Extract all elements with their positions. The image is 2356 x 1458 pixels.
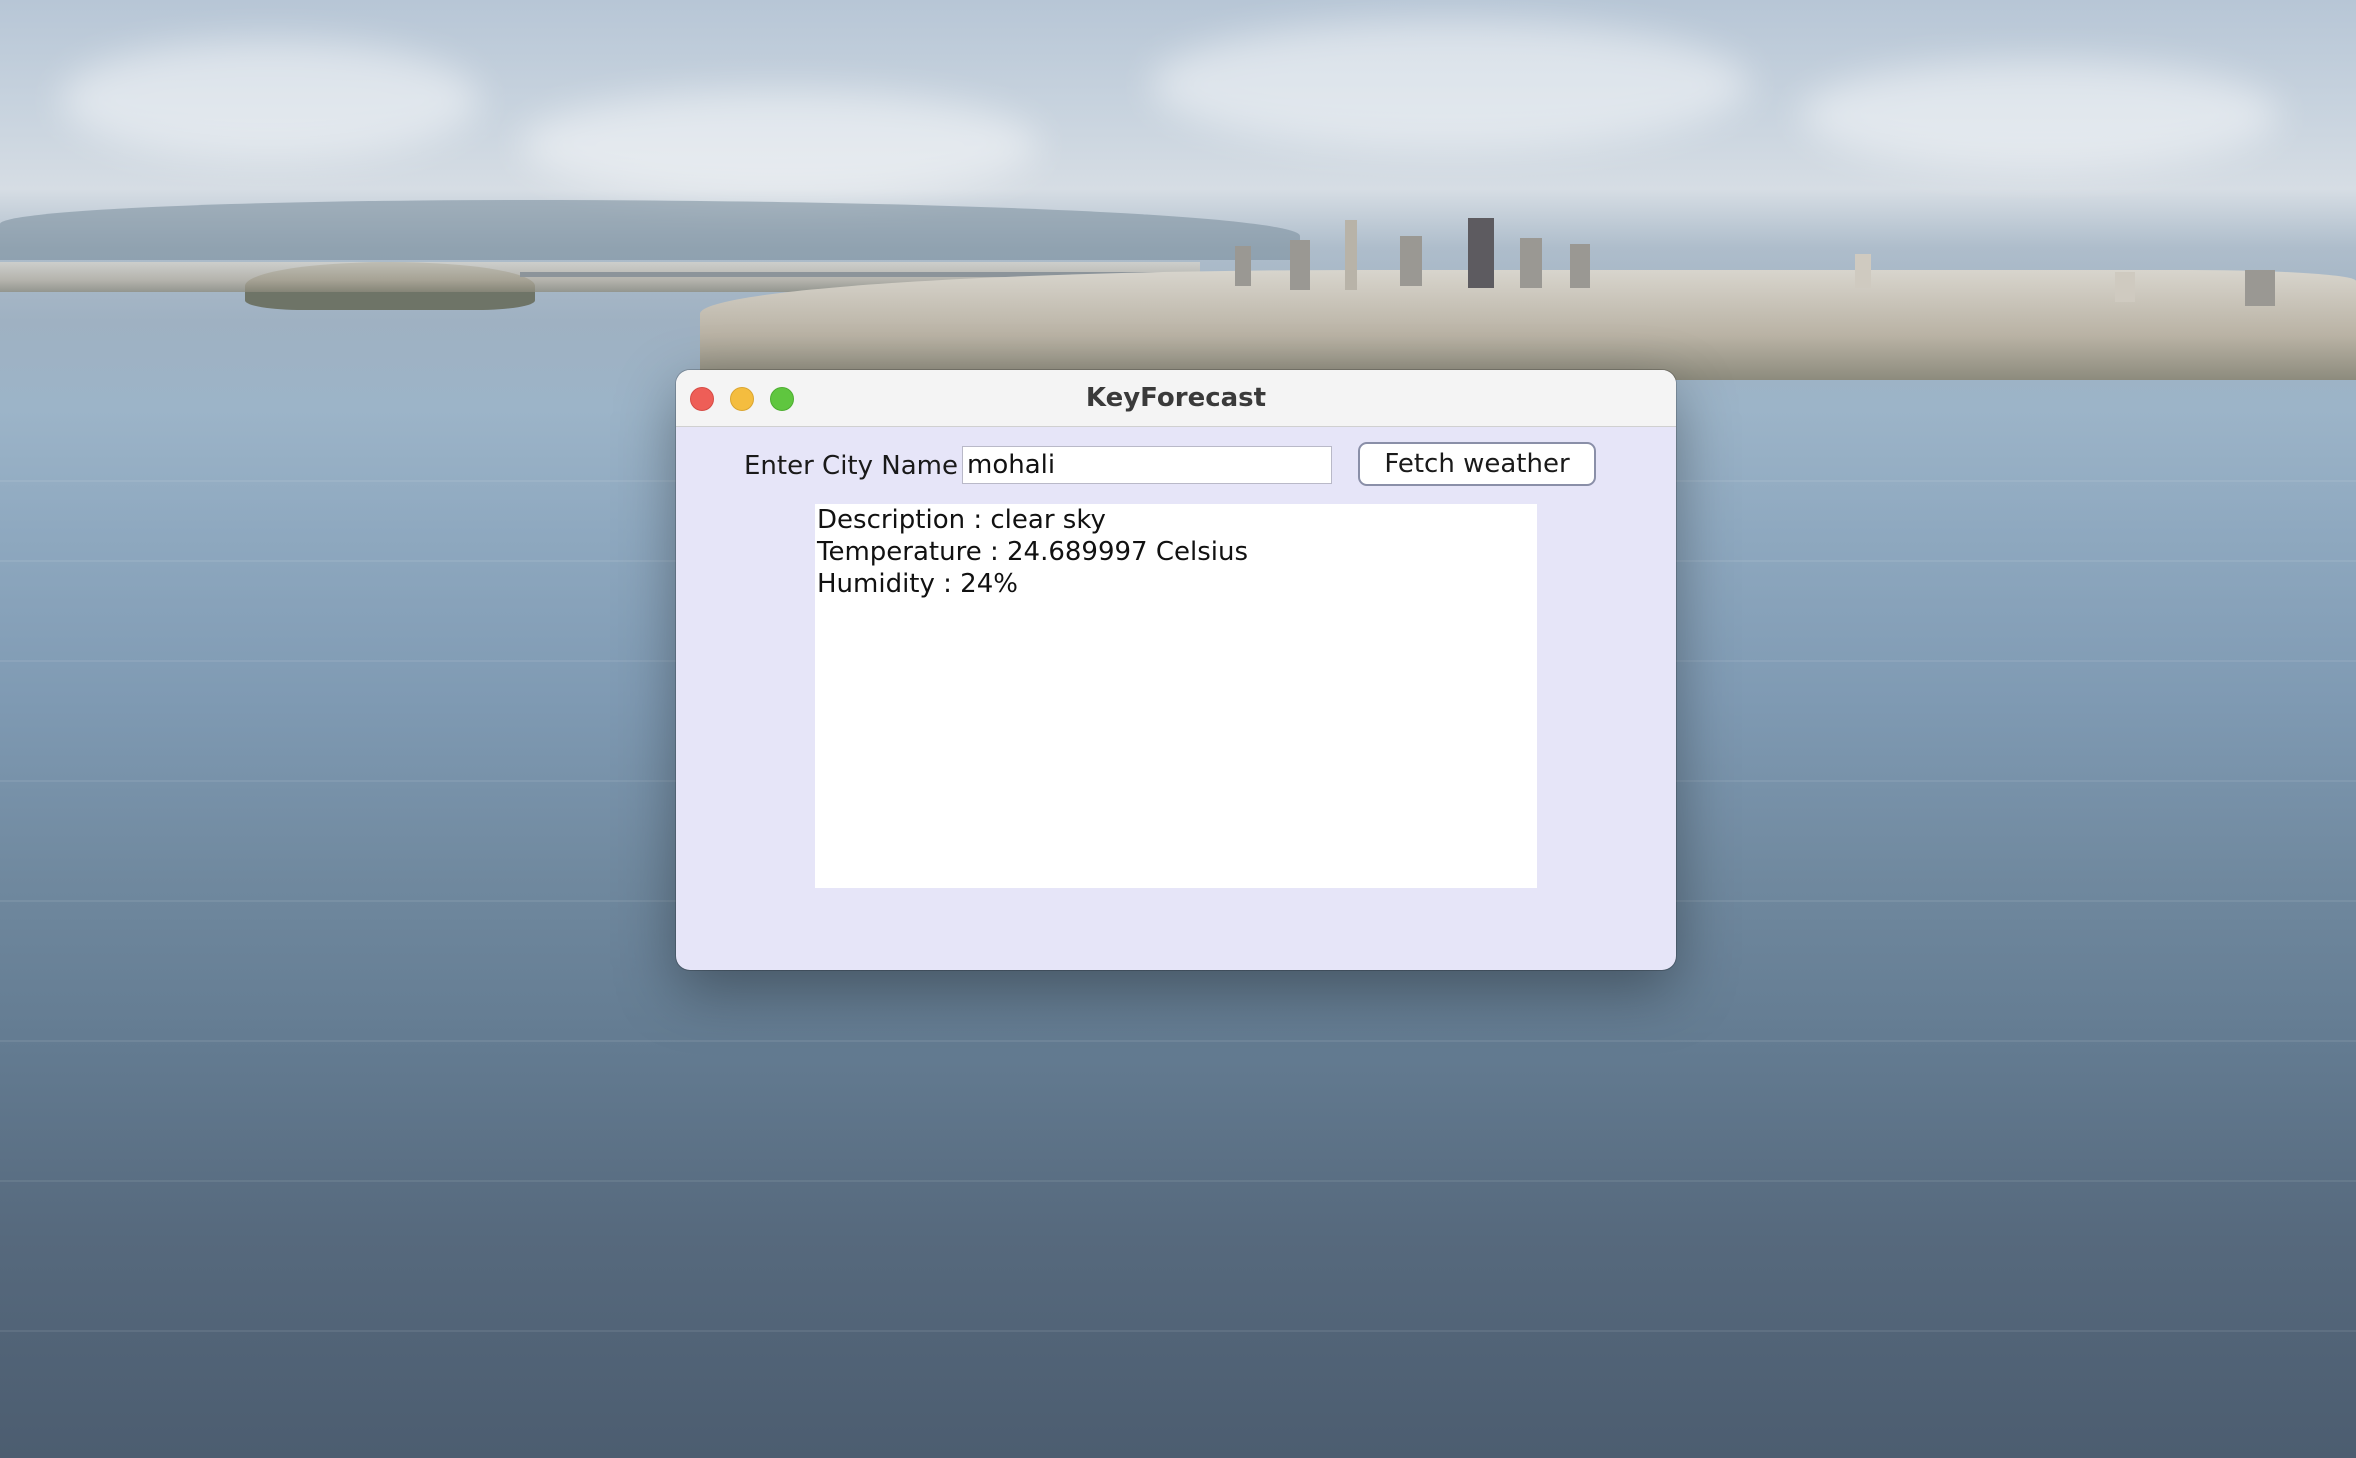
result-humidity-line: Humidity : 24% [817, 569, 1018, 599]
weather-result-textarea[interactable]: Description : clear sky Temperature : 24… [815, 504, 1537, 888]
result-temperature-line: Temperature : 24.689997 Celsius [817, 537, 1249, 567]
window-titlebar[interactable]: KeyForecast [676, 370, 1676, 427]
result-description-line: Description : clear sky [817, 505, 1106, 535]
window-title: KeyForecast [1085, 383, 1267, 413]
city-name-input[interactable] [962, 446, 1332, 484]
keyforecast-window: KeyForecast Enter City Name Fetch weathe… [676, 370, 1676, 970]
city-name-label: Enter City Name [744, 451, 958, 481]
fetch-weather-button[interactable]: Fetch weather [1358, 442, 1596, 486]
